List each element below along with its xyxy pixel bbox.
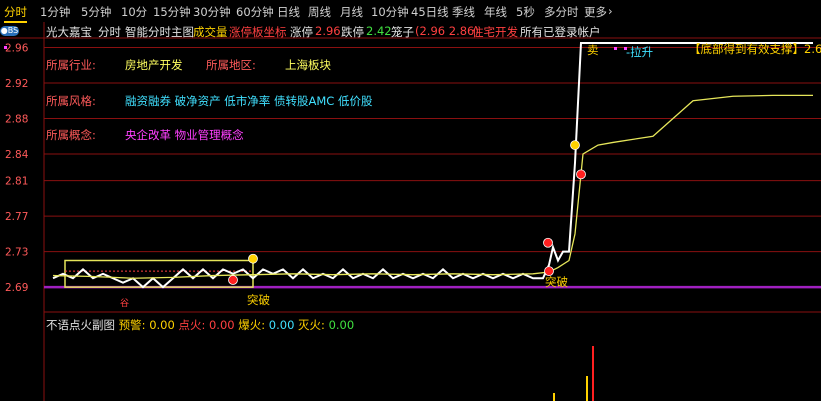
- blast-value: 0.00: [268, 318, 295, 332]
- blast-label: 爆火:: [238, 318, 266, 332]
- signal-marker: [576, 169, 586, 180]
- extinct-label: 灭火:: [298, 318, 325, 332]
- y-tick-label: 2.81: [5, 176, 28, 188]
- sell-marker: 卖: [587, 43, 599, 57]
- y-tick-label: 2.69: [5, 282, 28, 294]
- warn-label: 预警:: [118, 318, 146, 332]
- y-tick-label: 2.84: [5, 149, 29, 161]
- y-tick-label: 2.92: [5, 78, 28, 90]
- extinct-value: 0.00: [328, 318, 355, 332]
- breakout-label-2: 突破: [545, 275, 568, 289]
- signal-marker: [570, 140, 580, 150]
- intraday-chart: 2.96 2.92 2.88 2.84 2.81 2.77 2.73 2.69: [0, 22, 821, 401]
- y-tick-label: 2.77: [5, 211, 28, 223]
- y-tick-label: 2.88: [5, 113, 28, 125]
- signal-dot: [614, 47, 617, 50]
- fire-value: 0.00: [208, 318, 235, 332]
- fire-label: 点火:: [178, 318, 206, 332]
- signal-bar: [592, 346, 594, 401]
- pull-up-label: -拉升: [626, 45, 654, 59]
- sub-chart-name[interactable]: 不语点火副图: [46, 318, 115, 332]
- y-tick-label: 2.73: [5, 247, 28, 259]
- dip-label: 谷: [120, 299, 130, 309]
- signal-marker: [543, 237, 553, 248]
- signal-bar: [553, 393, 555, 401]
- y-tick-label: 2.96: [5, 42, 29, 54]
- support-label: 【底部得到有效支撑】2.68: [689, 42, 821, 56]
- sub-chart-header: 不语点火副图 预警: 0.00 点火: 0.00 爆火: 0.00 灭火: 0.…: [46, 317, 354, 333]
- warn-value: 0.00: [149, 318, 175, 332]
- signal-marker: [228, 275, 238, 285]
- avg-price-line: [52, 94, 813, 279]
- breakout-label-1: 突破: [247, 293, 270, 307]
- corner-dot: [4, 46, 7, 49]
- signal-marker: [248, 253, 258, 264]
- price-line: [52, 42, 813, 289]
- signal-bar: [586, 376, 588, 401]
